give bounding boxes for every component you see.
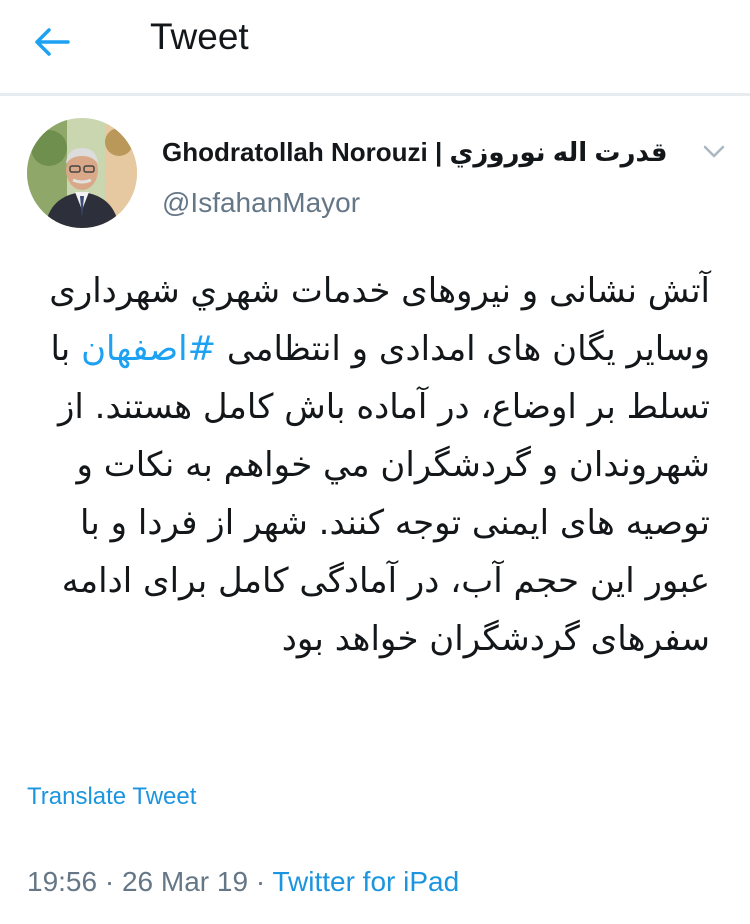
- name-separator: |: [435, 137, 443, 167]
- tweet-text: آتش نشانی و نیروهای خدمات شهري شهرداری و…: [14, 262, 710, 668]
- translate-tweet-link[interactable]: Translate Tweet: [27, 783, 196, 811]
- tweet-meta: 19:56 · 26 Mar 19 · Twitter for iPad: [27, 866, 459, 898]
- author-handle[interactable]: @IsfahanMayor: [162, 187, 360, 219]
- avatar[interactable]: [27, 118, 137, 228]
- page-title: Tweet: [150, 16, 249, 57]
- tweet-date: 26 Mar 19: [121, 866, 249, 897]
- arrow-left-icon: [35, 28, 70, 56]
- author-name-en: Ghodratollah Norouzi: [162, 137, 428, 167]
- meta-separator: ·: [248, 866, 273, 897]
- author-name-fa: قدرت اله نوروزي: [449, 137, 668, 167]
- tweet-time: 19:56: [27, 866, 98, 897]
- top-bar: Tweet: [0, 0, 750, 96]
- back-button[interactable]: [30, 20, 74, 64]
- tweet-source-link[interactable]: Twitter for iPad: [272, 866, 459, 897]
- chevron-down-icon: [703, 145, 725, 158]
- meta-separator: ·: [97, 866, 122, 897]
- hashtag-link[interactable]: #اصفهان: [81, 329, 216, 369]
- avatar-photo: [27, 118, 137, 228]
- tweet-menu-button[interactable]: [700, 140, 728, 164]
- author-name[interactable]: Ghodratollah Norouzi | قدرت اله نوروزي: [162, 137, 668, 168]
- tweet-text-part2: با تسلط بر اوضاع، در آماده باش کامل هستن…: [50, 329, 710, 659]
